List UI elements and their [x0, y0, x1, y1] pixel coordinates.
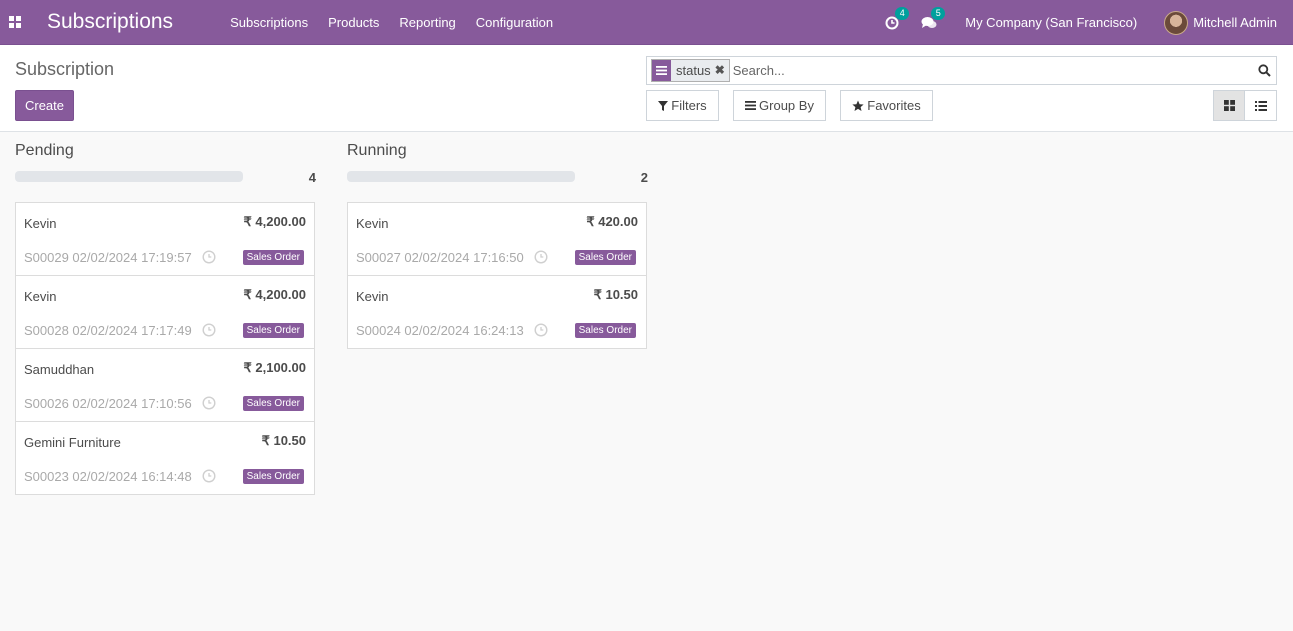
card-amount: ₹ 4,200.00 [243, 287, 307, 302]
column-progress-bar [15, 171, 243, 182]
status-badge: Sales Order [242, 323, 304, 338]
card-amount: ₹ 10.50 [261, 433, 306, 448]
facet-remove-icon[interactable]: ✖ [715, 60, 729, 81]
card-amount: ₹ 4,200.00 [243, 214, 307, 229]
menu-subscriptions[interactable]: Subscriptions [230, 15, 308, 30]
card-customer: Kevin [356, 216, 389, 231]
create-button[interactable]: Create [15, 90, 74, 121]
search-icon[interactable] [1252, 57, 1276, 84]
status-badge: Sales Order [242, 396, 304, 411]
card-customer: Kevin [24, 216, 57, 231]
search-input[interactable] [732, 58, 1252, 83]
view-switcher [1213, 90, 1277, 121]
top-navbar: Subscriptions Subscriptions Products Rep… [0, 0, 1293, 45]
avatar [1164, 10, 1189, 35]
kanban-card[interactable]: Kevin ₹ 4,200.00 S00029 02/02/2024 17:19… [16, 203, 314, 276]
card-amount: ₹ 10.50 [593, 287, 638, 302]
status-badge: Sales Order [574, 323, 636, 338]
status-badge: Sales Order [242, 469, 304, 484]
activity-clock-icon[interactable] [534, 250, 548, 264]
kanban-card[interactable]: Samuddhan ₹ 2,100.00 S00026 02/02/2024 1… [16, 349, 314, 422]
messages-count-badge: 5 [931, 6, 946, 20]
status-badge: Sales Order [242, 250, 304, 265]
card-reference: S00024 02/02/2024 16:24:13 [356, 323, 524, 338]
group-by-label: Group By [759, 98, 814, 113]
activity-clock-icon[interactable] [202, 250, 216, 264]
card-customer: Kevin [356, 289, 389, 304]
card-amount: ₹ 420.00 [586, 214, 638, 229]
kanban-grid-icon [1223, 100, 1235, 111]
list-icon [1254, 100, 1267, 111]
kanban-card-list: Kevin ₹ 4,200.00 S00029 02/02/2024 17:19… [15, 202, 315, 495]
status-badge: Sales Order [574, 250, 636, 265]
card-reference: S00027 02/02/2024 17:16:50 [356, 250, 524, 265]
card-customer: Samuddhan [24, 362, 95, 377]
column-title[interactable]: Running [347, 142, 407, 160]
group-by-icon [652, 60, 671, 81]
column-progress-bar [347, 171, 575, 182]
search-bar: status ✖ [646, 56, 1277, 85]
kanban-card[interactable]: Kevin ₹ 4,200.00 S00028 02/02/2024 17:17… [16, 276, 314, 349]
filters-label: Filters [671, 98, 707, 113]
card-reference: S00028 02/02/2024 17:17:49 [24, 323, 192, 338]
activity-clock-icon[interactable] [202, 396, 216, 410]
kanban-card[interactable]: Kevin ₹ 420.00 S00027 02/02/2024 17:16:5… [348, 203, 646, 276]
column-title[interactable]: Pending [15, 142, 74, 160]
kanban-card[interactable]: Gemini Furniture ₹ 10.50 S00023 02/02/20… [16, 422, 314, 494]
apps-menu-icon[interactable] [0, 0, 30, 45]
activity-button[interactable]: 4 [885, 6, 910, 30]
app-title: Subscriptions [47, 10, 174, 33]
menu-products[interactable]: Products [328, 15, 379, 30]
filters-button[interactable]: Filters [646, 90, 719, 121]
activity-clock-icon[interactable] [534, 323, 548, 337]
star-icon [852, 100, 864, 111]
facet-label: status [676, 63, 711, 78]
kanban-card[interactable]: Kevin ₹ 10.50 S00024 02/02/2024 16:24:13… [348, 276, 646, 348]
breadcrumb: Subscription [15, 59, 115, 79]
kanban-card-list: Kevin ₹ 420.00 S00027 02/02/2024 17:16:5… [347, 202, 647, 349]
kanban-view-button[interactable] [1214, 91, 1246, 120]
user-menu[interactable]: Mitchell Admin [1164, 10, 1277, 35]
navbar-systray: 4 5 My Company (San Francisco) Mitchell … [885, 0, 1293, 45]
search-facet: status ✖ [651, 59, 730, 82]
company-switcher[interactable]: My Company (San Francisco) [965, 15, 1137, 30]
filter-icon [658, 100, 669, 111]
menu-configuration[interactable]: Configuration [476, 15, 553, 30]
menu-reporting[interactable]: Reporting [399, 15, 455, 30]
card-amount: ₹ 2,100.00 [243, 360, 307, 375]
card-reference: S00026 02/02/2024 17:10:56 [24, 396, 192, 411]
group-by-button[interactable]: Group By [733, 90, 826, 121]
card-customer: Kevin [24, 289, 57, 304]
column-count: 2 [640, 170, 648, 185]
bars-icon [745, 101, 757, 110]
card-reference: S00023 02/02/2024 16:14:48 [24, 469, 192, 484]
activity-clock-icon[interactable] [202, 323, 216, 337]
list-view-button[interactable] [1245, 91, 1276, 120]
favorites-button[interactable]: Favorites [840, 90, 933, 121]
messages-button[interactable]: 5 [921, 6, 946, 30]
user-name: Mitchell Admin [1193, 15, 1277, 30]
favorites-label: Favorites [867, 98, 921, 113]
activity-clock-icon[interactable] [202, 469, 216, 483]
card-reference: S00029 02/02/2024 17:19:57 [24, 250, 192, 265]
card-customer: Gemini Furniture [24, 435, 121, 450]
column-count: 4 [308, 170, 316, 185]
activity-count-badge: 4 [895, 6, 910, 20]
control-panel: Subscription Create status ✖ Filters Gro… [0, 45, 1293, 132]
